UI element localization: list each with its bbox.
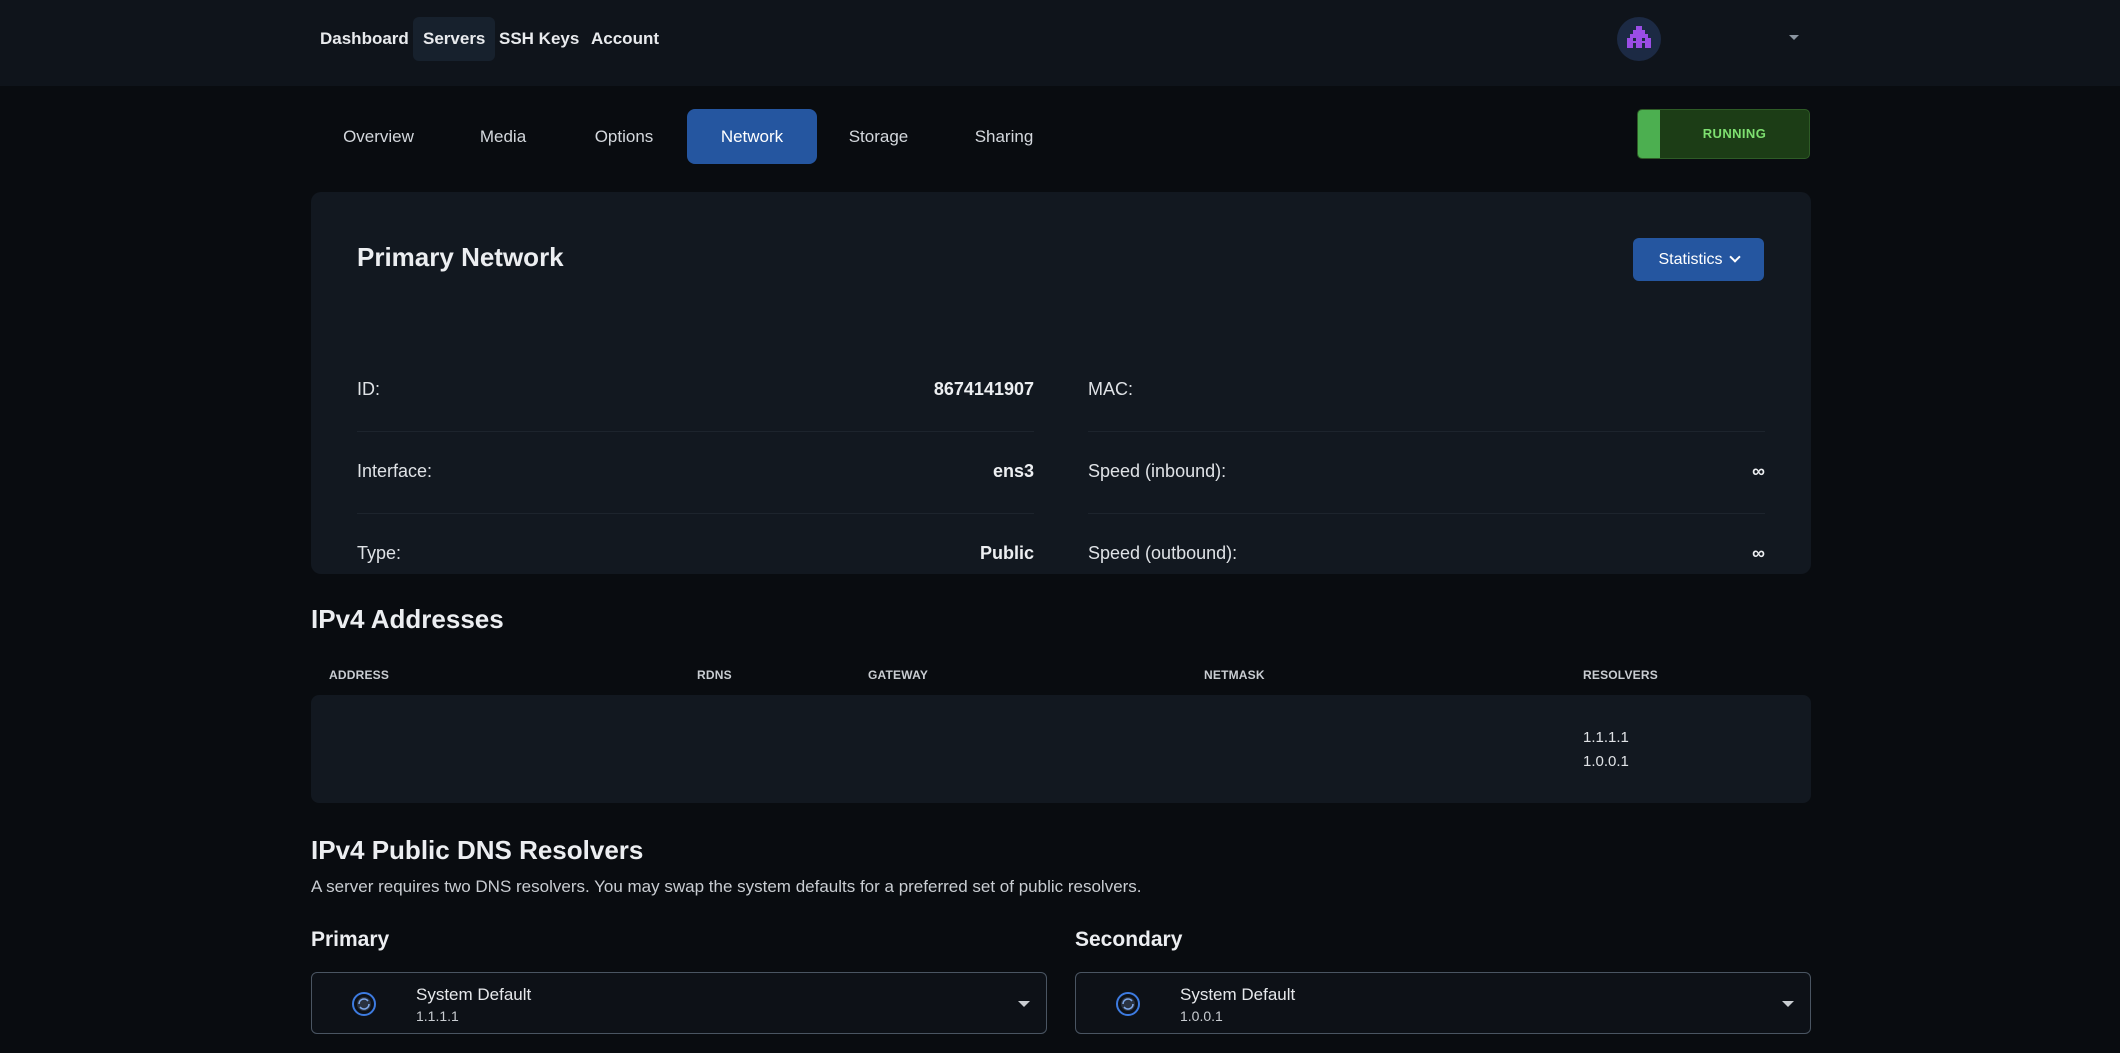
tab-sharing[interactable]: Sharing bbox=[964, 109, 1044, 164]
table-row: 1.1.1.1 1.0.0.1 bbox=[311, 695, 1811, 803]
column-header-address: ADDRESS bbox=[329, 668, 390, 682]
column-header-rdns: RDNS bbox=[697, 668, 732, 682]
type-value: Public bbox=[979, 543, 1034, 563]
column-header-resolvers: RESOLVERS bbox=[1583, 668, 1658, 682]
nav-servers[interactable]: Servers bbox=[413, 17, 496, 61]
row-id: ID: 8674141907 bbox=[357, 350, 1034, 432]
account-menu-caret-icon[interactable] bbox=[1789, 35, 1799, 40]
chevron-down-icon bbox=[1728, 251, 1741, 263]
interface-value: ens3 bbox=[992, 461, 1034, 481]
speed-inbound-label: Speed (inbound): bbox=[1088, 461, 1227, 481]
tab-storage[interactable]: Storage bbox=[836, 109, 921, 164]
resolver-globe-icon bbox=[1116, 992, 1140, 1016]
row-speed-outbound: Speed (outbound): ∞ bbox=[1088, 514, 1765, 596]
tab-media[interactable]: Media bbox=[460, 109, 546, 164]
speed-outbound-value: ∞ bbox=[1752, 543, 1765, 563]
user-avatar[interactable] bbox=[1617, 17, 1661, 61]
secondary-resolver-ip: 1.0.0.1 bbox=[1180, 1008, 1223, 1024]
id-label: ID: bbox=[357, 379, 381, 399]
primary-resolver-ip: 1.1.1.1 bbox=[416, 1008, 459, 1024]
row-mac: MAC: bbox=[1088, 350, 1765, 432]
type-label: Type: bbox=[357, 543, 402, 563]
status-label: RUNNING bbox=[1702, 126, 1767, 141]
resolver-2: 1.0.0.1 bbox=[1583, 753, 1629, 770]
id-value: 8674141907 bbox=[933, 379, 1034, 399]
status-color-bar bbox=[1638, 110, 1660, 158]
row-interface: Interface: ens3 bbox=[357, 432, 1034, 514]
network-title: Primary Network bbox=[357, 242, 564, 272]
primary-resolver-name: System Default bbox=[416, 985, 532, 1004]
nav-dashboard[interactable]: Dashboard bbox=[310, 17, 419, 61]
column-header-gateway: GATEWAY bbox=[868, 668, 929, 682]
secondary-resolver-name: System Default bbox=[1180, 985, 1296, 1004]
ipv4-title: IPv4 Addresses bbox=[311, 604, 504, 634]
primary-network-card: Primary Network Statistics ID: 867414190… bbox=[311, 192, 1811, 574]
primary-label: Primary bbox=[311, 928, 390, 951]
primary-resolver-select[interactable]: System Default 1.1.1.1 bbox=[311, 972, 1047, 1034]
dns-description: A server requires two DNS resolvers. You… bbox=[311, 877, 1142, 896]
speed-outbound-label: Speed (outbound): bbox=[1088, 543, 1238, 563]
mac-label: MAC: bbox=[1088, 379, 1133, 399]
speed-inbound-value: ∞ bbox=[1752, 461, 1765, 481]
nav-ssh-keys[interactable]: SSH Keys bbox=[489, 17, 589, 61]
nav-account[interactable]: Account bbox=[581, 17, 669, 61]
server-status-indicator: RUNNING bbox=[1637, 109, 1810, 159]
resolver-globe-icon bbox=[352, 992, 376, 1016]
tab-overview[interactable]: Overview bbox=[330, 109, 427, 164]
alien-avatar-icon bbox=[1627, 26, 1651, 48]
column-header-netmask: NETMASK bbox=[1204, 668, 1265, 682]
row-speed-inbound: Speed (inbound): ∞ bbox=[1088, 432, 1765, 514]
statistics-button[interactable]: Statistics bbox=[1633, 238, 1764, 281]
resolver-1: 1.1.1.1 bbox=[1583, 729, 1629, 746]
tab-options[interactable]: Options bbox=[576, 109, 672, 164]
secondary-label: Secondary bbox=[1075, 928, 1183, 951]
interface-label: Interface: bbox=[357, 461, 433, 481]
row-type: Type: Public bbox=[357, 514, 1034, 596]
statistics-label: Statistics bbox=[1658, 251, 1723, 268]
secondary-resolver-select[interactable]: System Default 1.0.0.1 bbox=[1075, 972, 1811, 1034]
tab-network[interactable]: Network bbox=[687, 109, 817, 164]
chevron-down-icon bbox=[1018, 1001, 1030, 1007]
dns-title: IPv4 Public DNS Resolvers bbox=[311, 835, 644, 865]
top-navbar: Dashboard Servers SSH Keys Account bbox=[0, 0, 2120, 86]
chevron-down-icon bbox=[1782, 1001, 1794, 1007]
